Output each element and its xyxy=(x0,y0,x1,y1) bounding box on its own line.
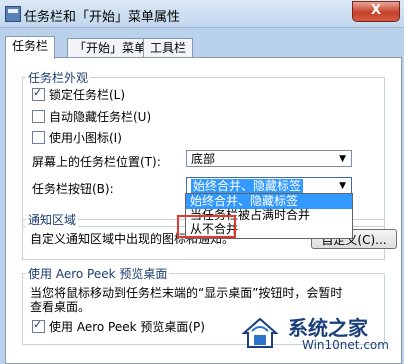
position-label: 屏幕上的任务栏位置(T): xyxy=(32,155,161,169)
window-icon xyxy=(5,6,21,22)
chevron-down-icon: ▼ xyxy=(339,154,346,164)
lock-taskbar-checkbox[interactable]: 锁定任务栏(L) xyxy=(32,86,125,103)
checkbox-checked-icon xyxy=(32,318,45,333)
watermark-title: 系统之家 xyxy=(288,316,368,340)
appearance-title: 任务栏外观 xyxy=(26,69,91,86)
close-button[interactable]: X xyxy=(352,1,400,22)
taskbar-buttons-select[interactable]: 始终合并、隐藏标签 ▼ xyxy=(186,177,352,194)
watermark-url: Win10net.com xyxy=(302,338,389,352)
tab-taskbar[interactable]: 任务栏 xyxy=(5,36,56,59)
tab-toolbars[interactable]: 工具栏 xyxy=(143,38,194,57)
autohide-checkbox[interactable]: 自动隐藏任务栏(U) xyxy=(32,108,151,125)
buttons-label: 任务栏按钮(B): xyxy=(32,182,114,196)
notify-title: 通知区域 xyxy=(26,211,79,228)
dropdown-option[interactable]: 始终合并、隐藏标签 xyxy=(186,194,352,209)
position-select[interactable]: 底部 ▼ xyxy=(186,150,352,167)
title-bar: 任务栏和「开始」菜单属性 X xyxy=(0,0,404,28)
aero-peek-checkbox[interactable]: 使用 Aero Peek 预览桌面(P) xyxy=(32,318,205,335)
checkbox-icon xyxy=(32,110,45,123)
highlight-box xyxy=(177,215,236,238)
tab-start-menu[interactable]: 「开始」菜单 xyxy=(67,38,154,57)
house-logo-icon xyxy=(241,317,279,348)
checkbox-checked-icon xyxy=(32,86,45,101)
watermark: 系统之家 Win10net.com xyxy=(240,312,400,354)
aero-title: 使用 Aero Peek 预览桌面 xyxy=(26,265,170,282)
small-icons-checkbox[interactable]: 使用小图标(I) xyxy=(32,129,122,146)
aero-description-line2: 查看桌面。 xyxy=(30,300,91,314)
window-title: 任务栏和「开始」菜单属性 xyxy=(24,10,181,25)
checkbox-icon xyxy=(32,131,45,144)
